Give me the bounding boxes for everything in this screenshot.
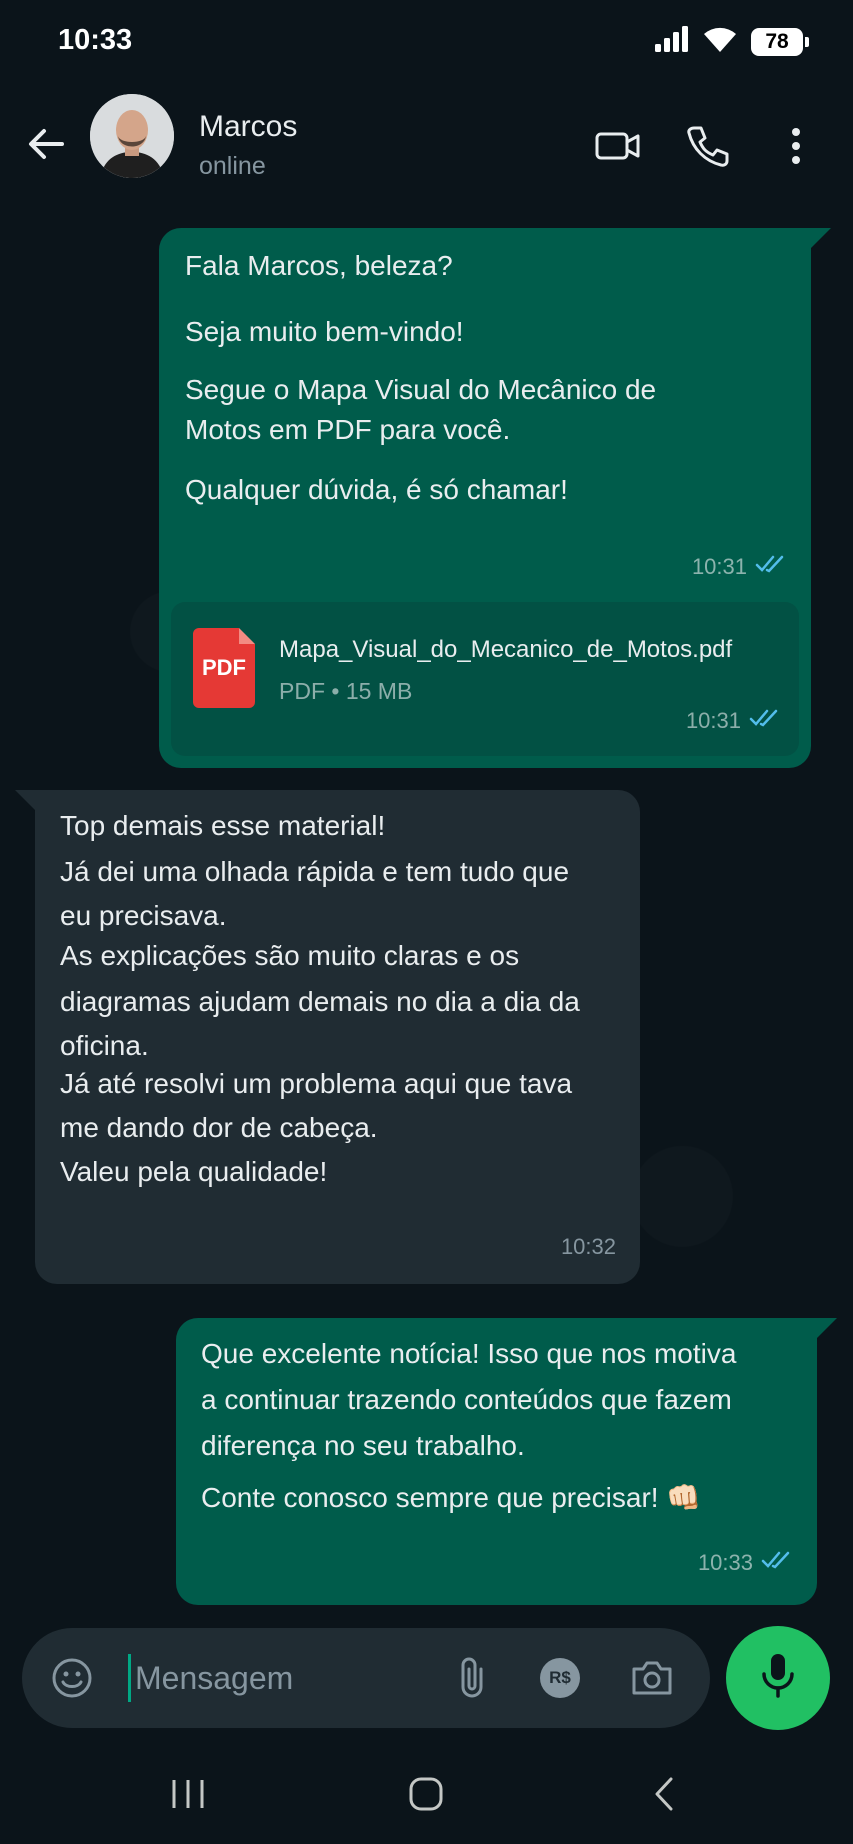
document-filename: Mapa_Visual_do_Mecanico_de_Motos.pdf bbox=[279, 636, 733, 663]
nav-back-icon[interactable] bbox=[634, 1764, 694, 1824]
message-text: Fala Marcos, beleza? bbox=[185, 250, 453, 281]
contact-status: online bbox=[199, 152, 266, 180]
payment-icon[interactable]: R$ bbox=[536, 1654, 584, 1702]
currency-label: R$ bbox=[540, 1658, 580, 1698]
system-nav-bar bbox=[0, 1744, 853, 1844]
message-time: 10:31 bbox=[691, 554, 747, 579]
message-text: me dando dor de cabeça. bbox=[60, 1112, 378, 1143]
status-bar: 10:33 78 bbox=[0, 0, 853, 84]
message-text: oficina. bbox=[60, 1030, 149, 1061]
pdf-icon-label: PDF bbox=[202, 655, 246, 680]
message-text: diagramas ajudam demais no dia a dia da bbox=[60, 986, 580, 1017]
read-ticks-icon bbox=[755, 554, 787, 580]
message-meta: 10:31 bbox=[692, 554, 787, 580]
voice-call-icon[interactable] bbox=[684, 122, 732, 170]
message-text: Que excelente notícia! Isso que nos moti… bbox=[201, 1338, 737, 1369]
message-text: Qualquer dúvida, é só chamar! bbox=[185, 474, 568, 505]
document-attachment[interactable]: PDF Mapa_Visual_do_Mecanico_de_Motos.pdf… bbox=[171, 602, 799, 756]
read-ticks-icon bbox=[761, 1550, 793, 1576]
signal-icon bbox=[655, 26, 689, 57]
mic-button[interactable] bbox=[726, 1626, 830, 1730]
message-text: Valeu pela qualidade! bbox=[60, 1156, 328, 1187]
pdf-file-icon: PDF bbox=[193, 628, 255, 708]
message-text: diferença no seu trabalho. bbox=[201, 1430, 525, 1461]
message-time: 10:33 bbox=[697, 1550, 753, 1575]
camera-icon[interactable] bbox=[628, 1654, 676, 1702]
message-text: Top demais esse material! bbox=[60, 810, 386, 841]
attachment-meta: 10:31 bbox=[686, 708, 781, 734]
emoji-icon[interactable] bbox=[48, 1654, 96, 1702]
chat-area[interactable]: Fala Marcos, beleza? Seja muito bem-vind… bbox=[0, 208, 853, 1620]
message-input[interactable] bbox=[128, 1654, 428, 1702]
message-text: Seja muito bem-vindo! bbox=[185, 316, 464, 347]
wifi-icon bbox=[703, 26, 737, 57]
message-text: a continuar trazendo conteúdos que fazem bbox=[201, 1384, 732, 1415]
message-meta: 10:32 bbox=[561, 1234, 616, 1260]
message-text: eu precisava. bbox=[60, 900, 227, 931]
message-meta: 10:33 bbox=[698, 1550, 793, 1576]
recent-apps-icon[interactable] bbox=[158, 1764, 218, 1824]
attach-icon[interactable] bbox=[448, 1654, 496, 1702]
home-icon[interactable] bbox=[396, 1764, 456, 1824]
message-text: Já até resolvi um problema aqui que tava bbox=[60, 1068, 573, 1099]
chat-header: Marcos online bbox=[0, 84, 853, 208]
message-text: Conte conosco sempre que precisar! 👊🏻 bbox=[201, 1482, 702, 1513]
status-time: 10:33 bbox=[58, 24, 133, 56]
attachment-time: 10:31 bbox=[685, 708, 741, 733]
message-text: Já dei uma olhada rápida e tem tudo que bbox=[60, 856, 570, 887]
message-bubble-outgoing[interactable]: Que excelente notícia! Isso que nos moti… bbox=[176, 1318, 837, 1605]
message-text: Motos em PDF para você. bbox=[185, 414, 511, 445]
contact-name[interactable]: Marcos bbox=[199, 110, 297, 144]
video-call-icon[interactable] bbox=[594, 122, 642, 170]
message-bubble-incoming[interactable]: Top demais esse material! Já dei uma olh… bbox=[15, 790, 640, 1284]
document-meta: PDF • 15 MB bbox=[279, 678, 413, 704]
message-composer: R$ bbox=[22, 1628, 710, 1728]
more-options-icon[interactable] bbox=[772, 122, 820, 170]
back-arrow-icon[interactable] bbox=[22, 120, 70, 168]
microphone-icon bbox=[760, 1652, 796, 1705]
message-bubble-outgoing[interactable]: Fala Marcos, beleza? Seja muito bem-vind… bbox=[159, 228, 831, 768]
message-time: 10:32 bbox=[560, 1234, 616, 1259]
message-text: Segue o Mapa Visual do Mecânico de bbox=[185, 374, 657, 405]
avatar[interactable] bbox=[90, 94, 174, 178]
read-ticks-icon bbox=[749, 708, 781, 734]
message-text: As explicações são muito claras e os bbox=[60, 940, 520, 971]
battery-level: 78 bbox=[751, 27, 803, 56]
status-icons: 78 bbox=[655, 26, 809, 57]
battery-icon: 78 bbox=[751, 27, 809, 56]
